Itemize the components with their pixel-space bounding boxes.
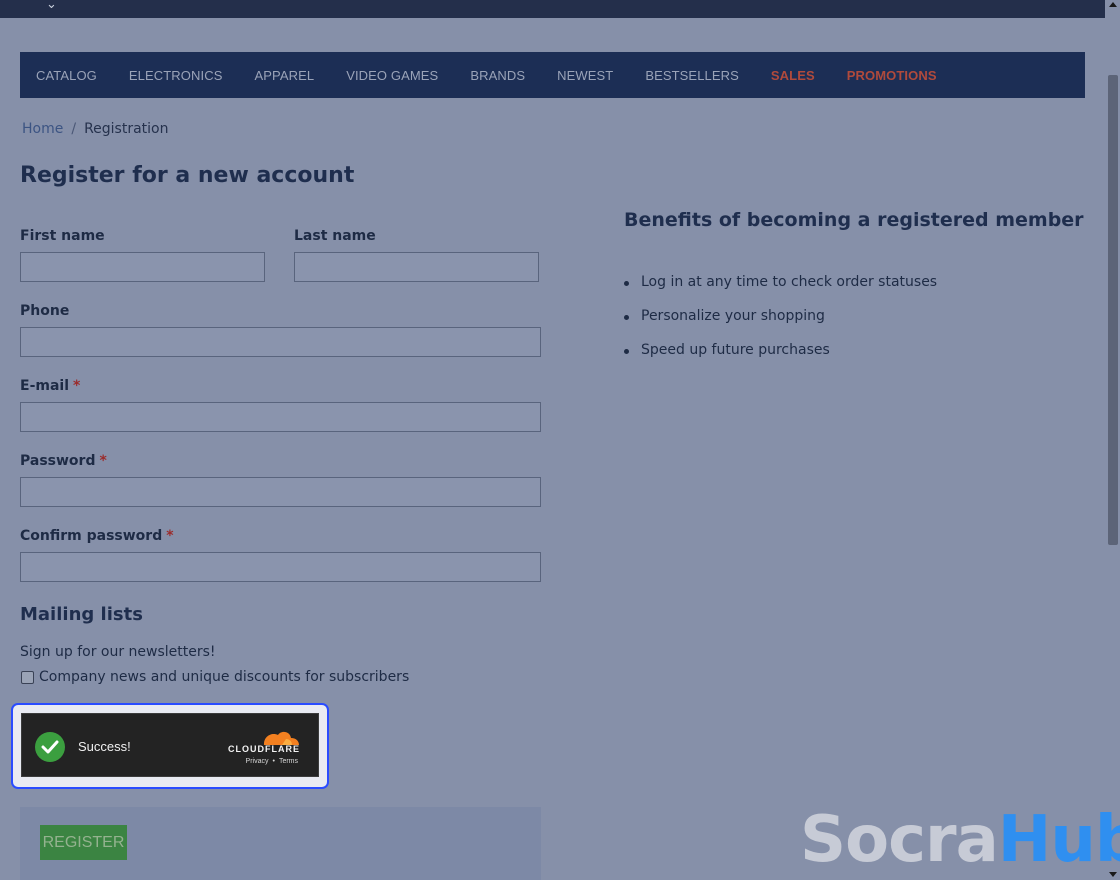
breadcrumb-separator: / <box>71 121 77 137</box>
nav-item-newest[interactable]: NEWEST <box>557 68 613 83</box>
cloudflare-turnstile-widget[interactable]: Success! CLOUDFLARE Privacy • Terms <box>21 713 319 777</box>
link-separator: • <box>272 758 275 765</box>
captcha-status-text: Success! <box>78 739 131 754</box>
mailing-lists-title: Mailing lists <box>20 604 143 625</box>
email-label: E-mail <box>20 378 70 394</box>
email-input[interactable] <box>20 402 541 432</box>
captcha-links: Privacy • Terms <box>244 758 300 765</box>
password-label: Password <box>20 453 96 469</box>
required-marker: * <box>99 453 107 469</box>
benefit-item: Log in at any time to check order status… <box>624 274 937 308</box>
required-marker: * <box>166 528 174 544</box>
confirm-password-input[interactable] <box>20 552 541 582</box>
breadcrumb: Home / Registration <box>22 121 169 137</box>
confirm-password-label: Confirm password <box>20 528 163 544</box>
benefit-item: Speed up future purchases <box>624 342 937 376</box>
breadcrumb-home-link[interactable]: Home <box>22 121 63 137</box>
nav-item-electronics[interactable]: ELECTRONICS <box>129 68 223 83</box>
required-marker: * <box>73 378 81 394</box>
scrollbar[interactable] <box>1105 0 1120 880</box>
benefits-list: Log in at any time to check order status… <box>624 274 937 376</box>
password-label-group: Password * <box>20 453 107 469</box>
register-panel: REGISTER <box>20 807 541 880</box>
privacy-link[interactable]: Privacy <box>246 758 269 765</box>
page-title: Register for a new account <box>20 163 355 188</box>
first-name-label: First name <box>20 228 105 244</box>
watermark-part1: Socra <box>800 803 999 877</box>
chevron-down-icon[interactable]: ⌄ <box>46 0 57 12</box>
phone-input[interactable] <box>20 327 541 357</box>
last-name-input[interactable] <box>294 252 539 282</box>
success-check-icon <box>35 732 65 762</box>
socrahub-watermark: SocraHub <box>800 808 1120 872</box>
breadcrumb-current: Registration <box>84 121 169 137</box>
newsletter-checkbox[interactable] <box>21 671 34 684</box>
phone-label: Phone <box>20 303 70 319</box>
benefits-title: Benefits of becoming a registered member <box>624 209 1084 231</box>
password-input[interactable] <box>20 477 541 507</box>
email-label-group: E-mail * <box>20 378 80 394</box>
nav-item-brands[interactable]: BRANDS <box>470 68 525 83</box>
terms-link[interactable]: Terms <box>279 758 298 765</box>
newsletter-text: Sign up for our newsletters! <box>20 644 216 660</box>
main-nav: CATALOG ELECTRONICS APPAREL VIDEO GAMES … <box>20 52 1085 98</box>
cloudflare-logo-text: CLOUDFLARE <box>228 744 300 754</box>
nav-item-catalog[interactable]: CATALOG <box>36 68 97 83</box>
newsletter-checkbox-label[interactable]: Company news and unique discounts for su… <box>39 669 409 685</box>
last-name-label: Last name <box>294 228 376 244</box>
benefit-item: Personalize your shopping <box>624 308 937 342</box>
nav-item-video-games[interactable]: VIDEO GAMES <box>346 68 438 83</box>
nav-item-promotions[interactable]: PROMOTIONS <box>847 68 937 83</box>
first-name-input[interactable] <box>20 252 265 282</box>
nav-item-sales[interactable]: SALES <box>771 68 815 83</box>
nav-item-apparel[interactable]: APPAREL <box>254 68 314 83</box>
register-button[interactable]: REGISTER <box>40 825 127 860</box>
confirm-password-label-group: Confirm password * <box>20 528 174 544</box>
watermark-part2: Hub <box>997 803 1120 877</box>
scroll-up-arrow-icon[interactable] <box>1109 2 1117 7</box>
nav-item-bestsellers[interactable]: BESTSELLERS <box>645 68 739 83</box>
scrollbar-thumb[interactable] <box>1108 75 1118 545</box>
top-bar: ⌄ <box>0 0 1105 18</box>
